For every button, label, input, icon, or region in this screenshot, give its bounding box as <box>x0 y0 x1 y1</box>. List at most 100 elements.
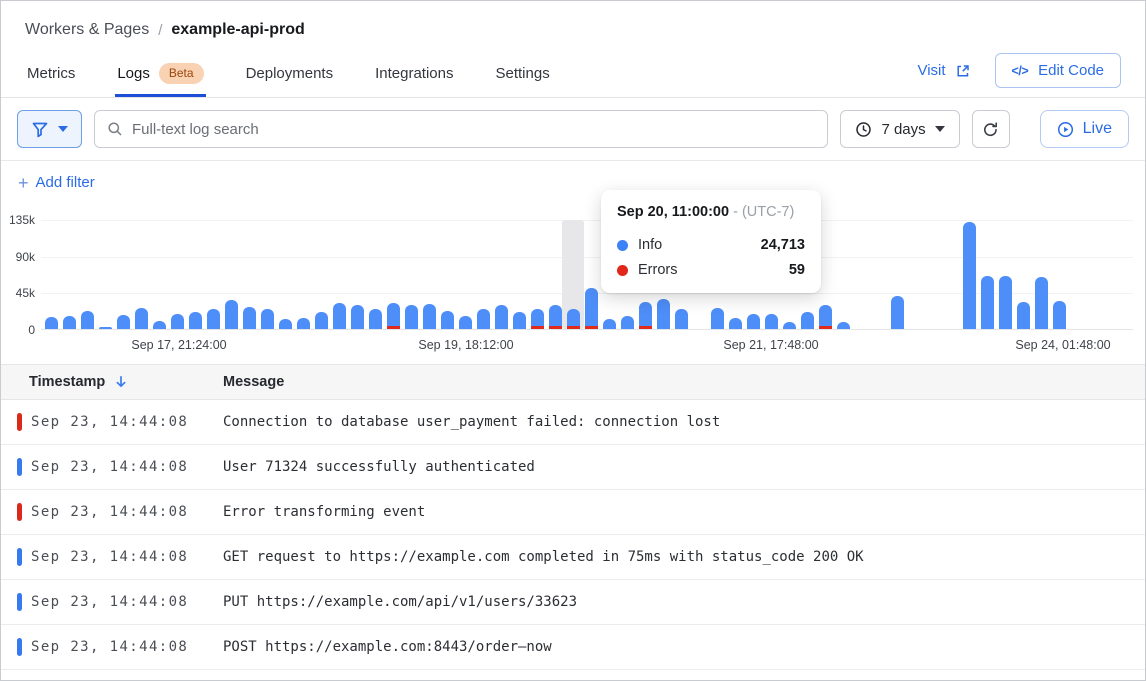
chart-bar[interactable] <box>567 309 580 329</box>
breadcrumb-separator: / <box>158 22 162 39</box>
tooltip-separator: - <box>733 204 738 220</box>
chart-bar[interactable] <box>153 321 166 329</box>
y-axis-label: 45k <box>1 286 35 300</box>
tab-metrics[interactable]: Metrics <box>25 53 77 97</box>
series-name: Errors <box>638 262 677 278</box>
filter-menu-button[interactable] <box>17 110 82 148</box>
chart-bar[interactable] <box>405 305 418 329</box>
column-header-message[interactable]: Message <box>223 374 1145 390</box>
chart-bar[interactable] <box>351 305 364 329</box>
series-value: 24,713 <box>761 237 805 253</box>
chart-bar[interactable] <box>657 299 670 329</box>
column-header-timestamp[interactable]: Timestamp <box>1 374 223 390</box>
chart-bar[interactable] <box>1035 277 1048 329</box>
chart-bar[interactable] <box>99 327 112 329</box>
chart-bar[interactable] <box>585 288 598 329</box>
chart-bar[interactable] <box>423 304 436 329</box>
table-row[interactable]: Sep 23, 14:44:08POST https://example.com… <box>1 625 1145 670</box>
time-range-dropdown[interactable]: 7 days <box>840 110 959 148</box>
chart-bar[interactable] <box>729 318 742 329</box>
chart-bar[interactable] <box>369 309 382 329</box>
table-row[interactable]: Sep 23, 14:44:08PUT https://example.com/… <box>1 580 1145 625</box>
chart-bar[interactable] <box>171 314 184 329</box>
tab-label: Deployments <box>246 65 334 82</box>
table-row[interactable]: Sep 23, 14:44:08Error transforming event <box>1 490 1145 535</box>
tab-settings[interactable]: Settings <box>494 53 552 97</box>
tooltip-series-row: Info 24,713 <box>617 237 805 253</box>
chart-bar[interactable] <box>603 319 616 329</box>
table-row[interactable]: Sep 23, 14:44:08GET request to https://e… <box>1 535 1145 580</box>
chart-bar[interactable] <box>279 319 292 329</box>
chart-tooltip: Sep 20, 11:00:00 - (UTC-7) Info24,713Err… <box>601 190 821 293</box>
tab-label: Integrations <box>375 65 453 82</box>
chart-bar[interactable] <box>747 314 760 329</box>
chart-bar[interactable] <box>1053 301 1066 329</box>
chart-bar[interactable] <box>63 316 76 329</box>
chart-bar[interactable] <box>207 309 220 329</box>
chart-bar[interactable] <box>783 322 796 329</box>
log-timestamp: Sep 23, 14:44:08 <box>31 504 223 520</box>
search-icon <box>107 121 123 137</box>
gridline <box>41 220 1133 221</box>
y-axis-label: 135k <box>1 213 35 227</box>
chart-bar[interactable] <box>261 309 274 329</box>
chart-bar[interactable] <box>837 322 850 329</box>
log-message: PUT https://example.com/api/v1/users/336… <box>223 594 577 610</box>
chart-bar[interactable] <box>711 308 724 329</box>
x-axis-label: Sep 17, 21:24:00 <box>131 338 226 352</box>
refresh-button[interactable] <box>972 110 1010 148</box>
log-level-indicator <box>17 458 22 476</box>
search-box[interactable] <box>94 110 828 148</box>
live-label: Live <box>1083 120 1112 138</box>
table-row[interactable]: Sep 23, 14:44:08Connection to database u… <box>1 400 1145 445</box>
series-name: Info <box>638 237 662 253</box>
y-axis-label: 0 <box>1 323 35 337</box>
log-timestamp: Sep 23, 14:44:08 <box>31 549 223 565</box>
chart-bar[interactable] <box>549 305 562 329</box>
edit-code-button[interactable]: </> Edit Code <box>995 53 1121 88</box>
search-input[interactable] <box>132 121 815 138</box>
chart-bar[interactable] <box>495 305 508 329</box>
chart-bar[interactable] <box>117 315 130 329</box>
chart-bar[interactable] <box>963 222 976 329</box>
log-message: GET request to https://example.com compl… <box>223 549 864 565</box>
chart-bar[interactable] <box>243 307 256 329</box>
chart-bar[interactable] <box>1017 302 1030 329</box>
funnel-icon <box>31 120 49 138</box>
chart-bar[interactable] <box>675 309 688 329</box>
chart-bar[interactable] <box>189 312 202 329</box>
chart-bar[interactable] <box>459 316 472 329</box>
chart-bar[interactable] <box>531 309 544 329</box>
add-filter-button[interactable]: + Add filter <box>1 161 112 204</box>
breadcrumb-section[interactable]: Workers & Pages <box>25 21 149 39</box>
chart-bar[interactable] <box>333 303 346 329</box>
chart-bar[interactable] <box>621 316 634 329</box>
chart-bar[interactable] <box>477 309 490 329</box>
chart-bar[interactable] <box>45 317 58 329</box>
add-filter-label: Add filter <box>36 174 95 191</box>
breadcrumb: Workers & Pages / example-api-prod <box>25 21 1121 39</box>
chart-bar[interactable] <box>765 314 778 329</box>
tab-deployments[interactable]: Deployments <box>244 53 336 97</box>
chart-bar[interactable] <box>639 302 652 329</box>
chart-bar-error-segment <box>549 326 562 329</box>
chart-bar[interactable] <box>513 312 526 329</box>
tab-logs[interactable]: LogsBeta <box>115 53 205 97</box>
chart-bar[interactable] <box>387 303 400 329</box>
chart-bar[interactable] <box>135 308 148 329</box>
visit-link[interactable]: Visit <box>917 62 970 79</box>
chart-bar[interactable] <box>315 312 328 329</box>
chart-bar[interactable] <box>999 276 1012 329</box>
table-row[interactable]: Sep 23, 14:44:08User 71324 successfully … <box>1 445 1145 490</box>
edit-code-label: Edit Code <box>1038 62 1104 79</box>
chart-bar[interactable] <box>891 296 904 329</box>
chart-bar[interactable] <box>225 300 238 329</box>
chart-bar[interactable] <box>981 276 994 329</box>
chart-bar[interactable] <box>819 305 832 329</box>
chart-bar[interactable] <box>441 311 454 329</box>
chart-bar[interactable] <box>297 318 310 329</box>
chart-bar[interactable] <box>81 311 94 329</box>
tab-integrations[interactable]: Integrations <box>373 53 455 97</box>
live-button[interactable]: Live <box>1040 110 1129 148</box>
chart-bar[interactable] <box>801 312 814 329</box>
